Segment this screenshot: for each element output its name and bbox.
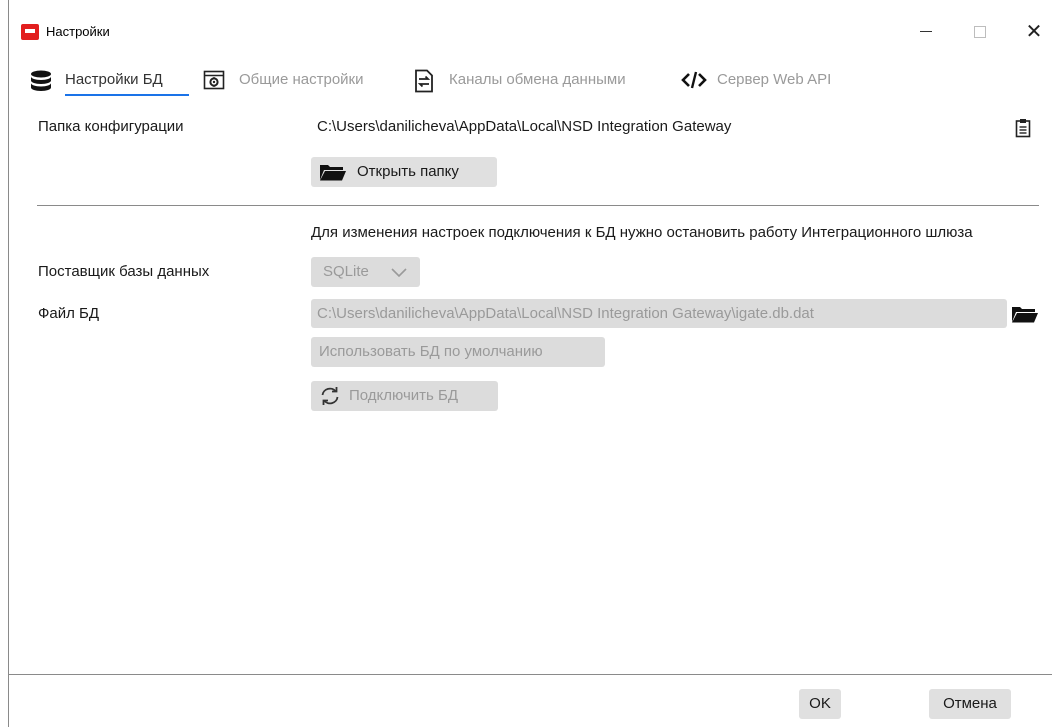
cancel-button[interactable]: Отмена: [929, 689, 1011, 719]
tab-web-api[interactable]: Сервер Web API: [681, 66, 861, 96]
tab-label: Каналы обмена данными: [449, 71, 626, 88]
exchange-document-icon: [415, 69, 433, 93]
db-provider-value: SQLite: [323, 263, 369, 280]
db-provider-select[interactable]: SQLite: [311, 257, 420, 287]
title-bar: Настройки ✕: [9, 0, 1052, 60]
open-folder-button[interactable]: Открыть папку: [311, 157, 497, 187]
window-title: Настройки: [46, 24, 110, 39]
maximize-icon: [974, 25, 986, 38]
config-folder-label: Папка конфигурации: [38, 118, 184, 135]
ok-button[interactable]: OK: [799, 689, 841, 719]
tab-general-settings[interactable]: Общие настройки: [203, 66, 403, 96]
app-logo-icon: [21, 24, 39, 40]
connect-db-label: Подключить БД: [349, 387, 458, 404]
tab-db-settings[interactable]: Настройки БД: [29, 66, 191, 96]
close-icon: ✕: [1025, 21, 1043, 43]
code-icon: [681, 71, 707, 89]
tab-data-channels[interactable]: Каналы обмена данными: [413, 66, 675, 96]
connect-db-button[interactable]: Подключить БД: [311, 381, 498, 411]
minimize-icon: [920, 31, 932, 33]
close-button[interactable]: ✕: [1011, 14, 1052, 50]
settings-window-icon: [203, 70, 225, 90]
database-icon: [31, 70, 51, 91]
browse-folder-icon[interactable]: [1011, 306, 1039, 323]
active-tab-indicator: [65, 94, 189, 96]
minimize-button[interactable]: [903, 14, 949, 50]
use-default-db-button[interactable]: Использовать БД по умолчанию: [311, 337, 605, 367]
footer-divider: [9, 674, 1052, 675]
settings-window: Настройки ✕ Настройки БД Общие настройки: [8, 0, 1052, 727]
tab-label: Сервер Web API: [717, 71, 832, 88]
db-provider-label: Поставщик базы данных: [38, 263, 210, 280]
section-divider: [37, 205, 1039, 206]
db-notice-text: Для изменения настроек подключения к БД …: [311, 224, 973, 241]
refresh-icon: [321, 387, 339, 405]
db-file-label: Файл БД: [38, 305, 100, 322]
folder-open-icon: [320, 165, 346, 181]
config-folder-path: C:\Users\danilicheva\AppData\Local\NSD I…: [317, 118, 732, 135]
tab-label: Общие настройки: [239, 71, 364, 88]
chevron-down-icon: [391, 268, 407, 277]
db-file-path-input[interactable]: C:\Users\danilicheva\AppData\Local\NSD I…: [311, 299, 1007, 328]
tab-label: Настройки БД: [65, 71, 163, 88]
open-folder-label: Открыть папку: [357, 163, 459, 180]
clipboard-icon[interactable]: [1015, 118, 1031, 138]
maximize-button[interactable]: [957, 14, 1003, 50]
